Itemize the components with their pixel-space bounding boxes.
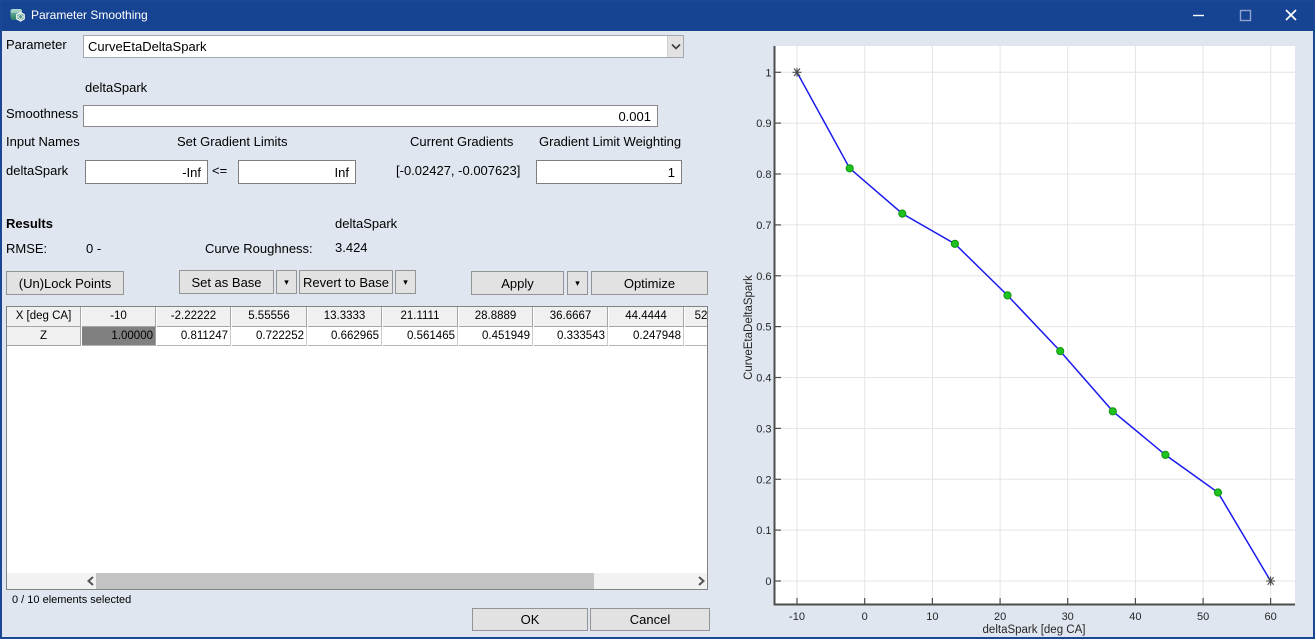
svg-text:0.6: 0.6 xyxy=(756,271,771,283)
svg-text:20: 20 xyxy=(994,611,1006,623)
svg-text:0.1: 0.1 xyxy=(756,525,771,537)
svg-text:0.8: 0.8 xyxy=(756,169,771,181)
svg-text:0.3: 0.3 xyxy=(756,423,771,435)
svg-text:0.9: 0.9 xyxy=(756,118,771,130)
svg-text:0.2: 0.2 xyxy=(756,474,771,486)
svg-text:0.7: 0.7 xyxy=(756,220,771,232)
svg-text:30: 30 xyxy=(1062,611,1074,623)
svg-text:CurveEtaDeltaSpark: CurveEtaDeltaSpark xyxy=(743,275,755,380)
svg-text:60: 60 xyxy=(1264,611,1276,623)
svg-text:0: 0 xyxy=(765,576,771,588)
svg-text:0: 0 xyxy=(862,611,868,623)
svg-text:50: 50 xyxy=(1197,611,1209,623)
svg-text:deltaSpark [deg CA]: deltaSpark [deg CA] xyxy=(983,624,1086,636)
svg-text:0.5: 0.5 xyxy=(756,322,771,334)
svg-text:0.4: 0.4 xyxy=(756,373,771,385)
svg-text:1: 1 xyxy=(765,67,771,79)
svg-text:-10: -10 xyxy=(789,611,805,623)
svg-text:10: 10 xyxy=(926,611,938,623)
svg-text:40: 40 xyxy=(1129,611,1141,623)
